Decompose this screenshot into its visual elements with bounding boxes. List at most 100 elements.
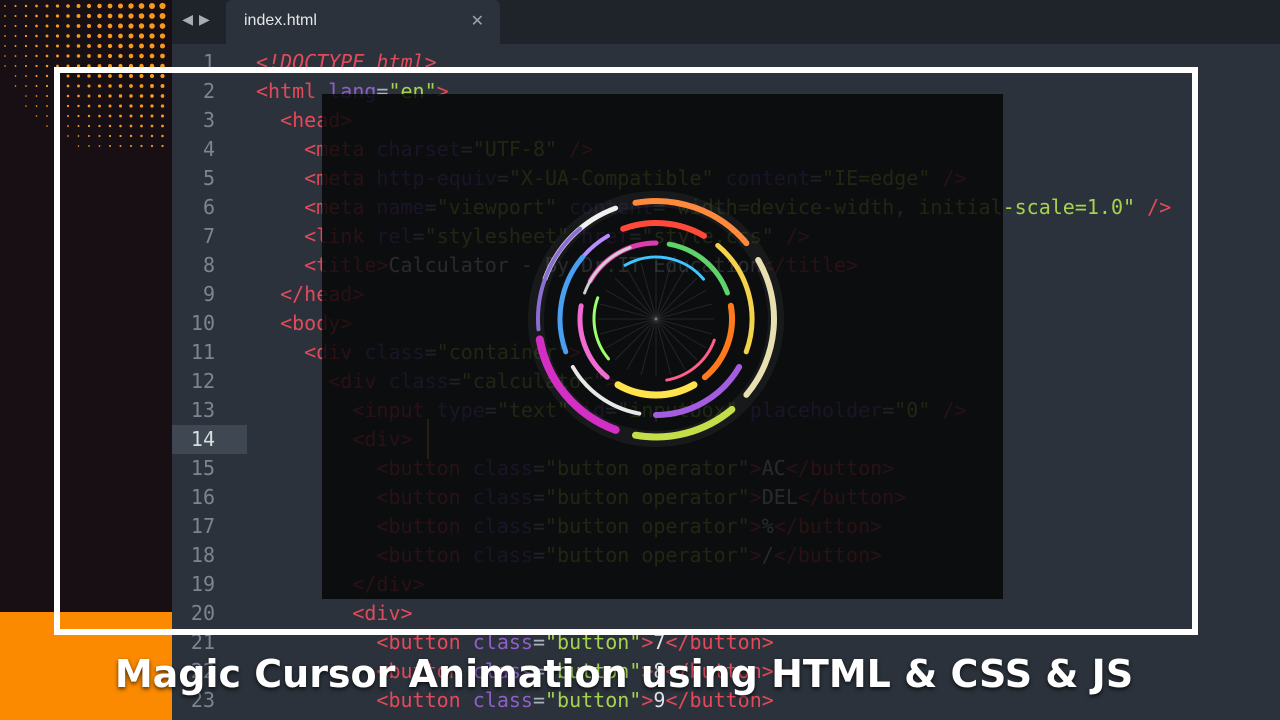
decor-dot <box>117 3 124 9</box>
decor-dot <box>35 34 38 38</box>
decor-dot <box>149 23 155 29</box>
decor-dot <box>107 33 113 39</box>
decor-dot <box>97 43 102 49</box>
decor-dot <box>139 43 144 49</box>
decor-dot <box>76 24 81 28</box>
decor-dot <box>107 3 113 9</box>
decor-dot <box>86 13 92 19</box>
decor-dot <box>25 85 27 87</box>
decor-dot <box>46 105 48 107</box>
decor-dot <box>14 14 17 18</box>
decor-dot <box>35 14 38 18</box>
tab-label: index.html <box>244 12 317 29</box>
decor-dot <box>159 2 166 10</box>
decor-dot <box>55 44 60 48</box>
decor-dot <box>35 44 38 48</box>
decor-dot <box>139 53 144 59</box>
decor-dot <box>149 43 155 49</box>
decor-dot <box>128 3 134 9</box>
decor-dot <box>97 33 102 39</box>
decor-dot <box>118 43 123 49</box>
decor-dot <box>128 13 134 19</box>
decor-dot <box>35 54 38 58</box>
chevron-right-icon[interactable]: ▶ <box>199 12 216 28</box>
decor-dot <box>4 5 6 7</box>
decor-dot <box>46 115 48 117</box>
decor-dot <box>97 54 102 58</box>
decor-dot <box>4 25 6 27</box>
decor-dot <box>97 13 102 19</box>
decor-dot <box>86 3 92 9</box>
decor-dot <box>35 64 38 68</box>
decor-dot <box>117 13 124 19</box>
decor-dot <box>14 65 17 67</box>
decor-dot <box>45 14 49 18</box>
decor-dot <box>14 4 17 8</box>
decor-dot <box>4 15 6 17</box>
decor-dot <box>97 3 102 9</box>
decor-dot <box>118 53 123 59</box>
decor-dot <box>56 54 59 58</box>
decor-dot <box>118 23 123 29</box>
decor-dot <box>35 4 38 8</box>
decor-dot <box>76 34 81 38</box>
decor-dot <box>35 105 38 107</box>
decor-dot <box>66 24 70 28</box>
decor-dot <box>138 23 145 29</box>
decor-dot <box>128 43 134 49</box>
decor-dot <box>45 64 49 68</box>
decor-dot <box>76 4 81 8</box>
decor-dot <box>4 65 6 67</box>
decor-dot <box>46 125 48 127</box>
decor-dot <box>76 54 81 58</box>
decor-dot <box>76 44 81 48</box>
decor-dot <box>4 45 6 47</box>
decor-dot <box>128 53 134 59</box>
decor-dot <box>35 95 38 97</box>
decor-dot <box>118 33 123 39</box>
decor-dot <box>45 84 49 88</box>
decor-dot <box>45 34 49 38</box>
decor-dot <box>25 95 27 97</box>
decor-dot <box>128 23 134 29</box>
decor-dot <box>24 4 28 8</box>
decor-dot <box>14 34 17 38</box>
decor-dot <box>45 4 49 8</box>
decor-dot <box>24 64 28 68</box>
decor-dot <box>149 53 155 59</box>
decor-dot <box>87 34 91 38</box>
decor-dot <box>87 44 91 48</box>
decor-dot <box>76 14 81 18</box>
decor-dot <box>159 33 166 39</box>
decor-dot <box>138 13 145 19</box>
tab-index-html[interactable]: index.html ✕ <box>226 0 500 44</box>
white-frame-border <box>54 67 1198 635</box>
decor-dot <box>87 54 91 58</box>
decor-dot <box>24 34 28 38</box>
decor-dot <box>159 23 166 29</box>
decor-dot <box>45 74 49 78</box>
decor-dot <box>159 13 166 19</box>
decor-dot <box>55 4 60 8</box>
decor-dot <box>159 43 166 49</box>
decor-dot <box>24 14 28 18</box>
decor-dot <box>86 23 92 29</box>
decor-dot <box>66 4 70 8</box>
decor-dot <box>25 105 27 107</box>
decor-dot <box>66 14 70 18</box>
close-icon[interactable]: ✕ <box>471 0 484 42</box>
decor-dot <box>55 24 60 28</box>
decor-dot <box>128 33 134 39</box>
decor-dot <box>107 13 113 19</box>
decor-dot <box>45 24 49 28</box>
decor-dot <box>14 45 17 47</box>
decor-dot <box>149 33 155 39</box>
decor-dot <box>107 43 113 49</box>
chevron-left-icon[interactable]: ◀ <box>182 12 199 28</box>
decor-dot <box>4 35 6 37</box>
decor-dot <box>45 44 49 48</box>
decor-dot <box>14 85 17 87</box>
decor-dot <box>35 115 38 117</box>
decor-dot <box>35 85 38 87</box>
tab-bar: ◀▶ index.html ✕ <box>172 0 1280 44</box>
